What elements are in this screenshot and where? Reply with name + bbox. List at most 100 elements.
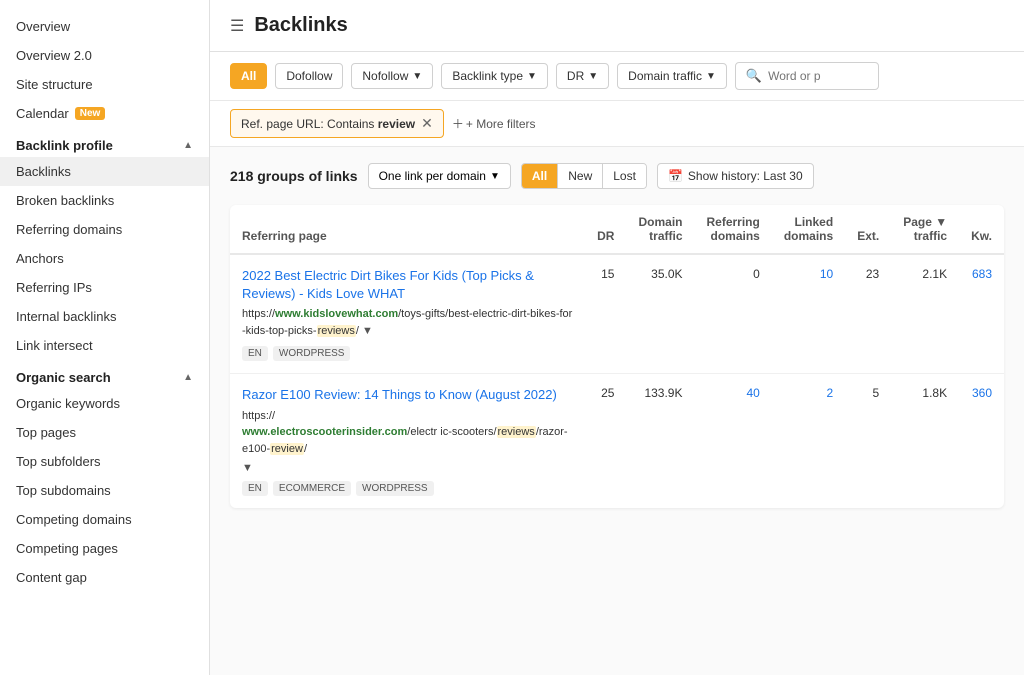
- new-badge: New: [75, 107, 106, 120]
- link-title-1[interactable]: 2022 Best Electric Dirt Bikes For Kids (…: [242, 267, 573, 303]
- sidebar-item-link-intersect[interactable]: Link intersect: [0, 331, 209, 360]
- filter-tag-text: Ref. page URL: Contains review: [241, 117, 415, 131]
- col-dr: DR: [585, 205, 626, 254]
- search-icon: 🔍: [746, 68, 762, 84]
- filter-dr-button[interactable]: DR ▼: [556, 63, 609, 89]
- filters-row: All Dofollow Nofollow ▼ Backlink type ▼ …: [210, 52, 1024, 101]
- cell-dr-1: 15: [585, 254, 626, 374]
- more-filters-button[interactable]: ＋ + More filters: [452, 115, 536, 132]
- search-box[interactable]: 🔍: [735, 62, 879, 90]
- cell-page-traffic-1: 2.1K: [891, 254, 959, 374]
- tag-wordpress-2: WORDPRESS: [356, 481, 434, 496]
- col-linked-domains: Linkeddomains: [772, 205, 845, 254]
- sidebar: Overview Overview 2.0 Site structure Cal…: [0, 0, 210, 675]
- groups-count: 218 groups of links: [230, 168, 358, 184]
- sidebar-section-backlink-profile[interactable]: Backlink profile ▲: [0, 128, 209, 157]
- main-content: ☰ Backlinks All Dofollow Nofollow ▼ Back…: [210, 0, 1024, 675]
- tab-new[interactable]: New: [557, 164, 602, 188]
- backlinks-table: Referring page DR Domaintraffic Referrin…: [230, 205, 1004, 508]
- sidebar-item-site-structure[interactable]: Site structure: [0, 70, 209, 99]
- sidebar-item-calendar[interactable]: Calendar New: [0, 99, 209, 128]
- sidebar-item-anchors[interactable]: Anchors: [0, 244, 209, 273]
- sidebar-item-internal-backlinks[interactable]: Internal backlinks: [0, 302, 209, 331]
- col-ext: Ext.: [845, 205, 891, 254]
- domain-traffic-chevron-icon: ▼: [706, 71, 716, 82]
- per-domain-chevron-icon: ▼: [490, 171, 500, 182]
- cell-domain-traffic-1: 35.0K: [626, 254, 694, 374]
- sidebar-item-referring-ips[interactable]: Referring IPs: [0, 273, 209, 302]
- sidebar-item-broken-backlinks[interactable]: Broken backlinks: [0, 186, 209, 215]
- collapse-arrow-icon: ▲: [183, 140, 193, 151]
- sidebar-item-organic-keywords[interactable]: Organic keywords: [0, 389, 209, 418]
- link-url-2: https://www.electroscooterinsider.com/el…: [242, 410, 568, 455]
- page-header: ☰ Backlinks: [210, 0, 1024, 52]
- linked-domains-link-1[interactable]: 10: [820, 267, 833, 281]
- tag-row-1: EN WORDPRESS: [242, 346, 573, 361]
- cell-ext-2: 5: [845, 374, 891, 508]
- page-title: Backlinks: [254, 14, 347, 37]
- active-filter-row: Ref. page URL: Contains review ✕ ＋ + Mor…: [210, 101, 1024, 147]
- col-kw: Kw.: [959, 205, 1004, 254]
- hamburger-icon[interactable]: ☰: [230, 16, 244, 36]
- sidebar-item-top-pages[interactable]: Top pages: [0, 418, 209, 447]
- backlink-type-chevron-icon: ▼: [527, 71, 537, 82]
- col-page-traffic[interactable]: Page ▼traffic: [891, 205, 959, 254]
- domain-1: www.kidslovewhat.com: [275, 308, 398, 320]
- filter-domain-traffic-button[interactable]: Domain traffic ▼: [617, 63, 727, 89]
- expand-url-1-icon[interactable]: ▼: [362, 325, 373, 337]
- sidebar-item-content-gap[interactable]: Content gap: [0, 563, 209, 592]
- search-input[interactable]: [768, 69, 868, 83]
- kw-link-1[interactable]: 683: [972, 267, 992, 281]
- sidebar-item-competing-pages[interactable]: Competing pages: [0, 534, 209, 563]
- col-domain-traffic[interactable]: Domaintraffic: [626, 205, 694, 254]
- highlight-reviews-2: reviews: [497, 426, 536, 438]
- kw-link-2[interactable]: 360: [972, 386, 992, 400]
- link-title-2[interactable]: Razor E100 Review: 14 Things to Know (Au…: [242, 386, 573, 404]
- active-filter-tag: Ref. page URL: Contains review ✕: [230, 109, 444, 138]
- sidebar-item-top-subdomains[interactable]: Top subdomains: [0, 476, 209, 505]
- sidebar-item-overview[interactable]: Overview: [0, 12, 209, 41]
- nofollow-chevron-icon: ▼: [412, 71, 422, 82]
- expand-url-2-icon[interactable]: ▼: [242, 462, 253, 474]
- cell-referring-domains-1: 0: [695, 254, 772, 374]
- cell-kw-1: 683: [959, 254, 1004, 374]
- sidebar-item-top-subfolders[interactable]: Top subfolders: [0, 447, 209, 476]
- cell-linked-domains-1: 10: [772, 254, 845, 374]
- table-row: 2022 Best Electric Dirt Bikes For Kids (…: [230, 254, 1004, 374]
- cell-page-traffic-2: 1.8K: [891, 374, 959, 508]
- ref-domains-link-2[interactable]: 40: [746, 386, 759, 400]
- collapse-arrow-organic-icon: ▲: [183, 372, 193, 383]
- highlight-review-2: review: [270, 443, 304, 455]
- tab-lost[interactable]: Lost: [602, 164, 646, 188]
- tag-row-2: EN ECOMMERCE WORDPRESS: [242, 481, 573, 496]
- filter-nofollow-button[interactable]: Nofollow ▼: [351, 63, 433, 89]
- linked-domains-link-2[interactable]: 2: [827, 386, 834, 400]
- filter-backlink-type-button[interactable]: Backlink type ▼: [441, 63, 548, 89]
- sidebar-item-referring-domains[interactable]: Referring domains: [0, 215, 209, 244]
- link-url-1: https://www.kidslovewhat.com/toys-gifts/…: [242, 308, 572, 337]
- dr-chevron-icon: ▼: [588, 71, 598, 82]
- tag-en-2: EN: [242, 481, 268, 496]
- tag-en-1: EN: [242, 346, 268, 361]
- cell-referring-page-1: 2022 Best Electric Dirt Bikes For Kids (…: [230, 254, 585, 374]
- show-history-button[interactable]: 📅 Show history: Last 30: [657, 163, 814, 189]
- filter-dofollow-button[interactable]: Dofollow: [275, 63, 343, 89]
- cell-referring-domains-2: 40: [695, 374, 772, 508]
- tab-all[interactable]: All: [522, 164, 557, 188]
- cell-dr-2: 25: [585, 374, 626, 508]
- tag-wordpress-1: WORDPRESS: [273, 346, 351, 361]
- col-referring-domains[interactable]: Referringdomains: [695, 205, 772, 254]
- highlight-reviews-1: reviews: [317, 325, 356, 337]
- sidebar-item-backlinks[interactable]: Backlinks: [0, 157, 209, 186]
- filter-tag-close-button[interactable]: ✕: [421, 115, 433, 132]
- per-domain-dropdown[interactable]: One link per domain ▼: [368, 163, 511, 189]
- sidebar-section-organic-search[interactable]: Organic search ▲: [0, 360, 209, 389]
- table-header-row: Referring page DR Domaintraffic Referrin…: [230, 205, 1004, 254]
- sidebar-item-overview2[interactable]: Overview 2.0: [0, 41, 209, 70]
- sidebar-item-competing-domains[interactable]: Competing domains: [0, 505, 209, 534]
- table-row: Razor E100 Review: 14 Things to Know (Au…: [230, 374, 1004, 508]
- filter-all-button[interactable]: All: [230, 63, 267, 89]
- cell-linked-domains-2: 2: [772, 374, 845, 508]
- tag-ecommerce-2: ECOMMERCE: [273, 481, 351, 496]
- groups-row: 218 groups of links One link per domain …: [230, 163, 1004, 189]
